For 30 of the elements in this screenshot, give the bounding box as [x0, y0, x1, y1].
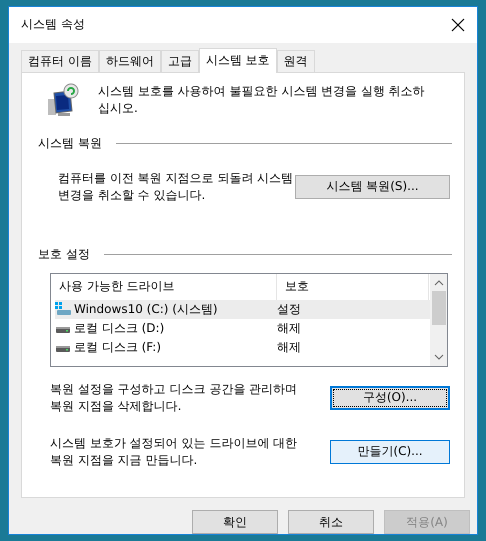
action-button[interactable]: 만들기(C)...	[330, 440, 450, 464]
protection-status: 해제	[277, 320, 301, 337]
system-drive-icon	[55, 302, 71, 316]
drive-row[interactable]: 로컬 디스크 (F:) 해제	[55, 338, 430, 357]
intro-text: 시스템 보호를 사용하여 불필요한 시스템 변경을 실행 취소하 십시오.	[98, 82, 425, 117]
action-description: 시스템 보호가 설정되어 있는 드라이브에 대한 복원 지점을 지금 만듭니다.	[50, 434, 298, 469]
protection-heading: 보호 설정	[38, 246, 90, 263]
drive-row[interactable]: 로컬 디스크 (D:) 해제	[55, 318, 430, 338]
drive-name: 로컬 디스크 (F:)	[74, 338, 162, 356]
drive-name: Windows10 (C:) (시스템)	[74, 300, 218, 318]
tab[interactable]: 고급	[160, 50, 199, 72]
dialog-button[interactable]: 취소	[288, 510, 374, 534]
tab[interactable]: 컴퓨터 이름	[21, 50, 99, 72]
scroll-thumb[interactable]	[432, 290, 446, 325]
protection-status: 해제	[277, 338, 301, 356]
protection-status: 설정	[277, 300, 301, 318]
tab[interactable]: 하드웨어	[98, 50, 161, 72]
action-description: 복원 설정을 구성하고 디스크 공간을 관리하며 복원 지점을 삭제합니다.	[50, 380, 298, 415]
action-button[interactable]: 구성(O)...	[330, 386, 450, 410]
tab[interactable]: 시스템 보호	[198, 48, 277, 73]
tab[interactable]: 원격	[276, 50, 315, 72]
window-title: 시스템 속성	[21, 16, 85, 34]
computer-restore-icon	[46, 82, 80, 117]
restore-description: 컴퓨터를 이전 복원 지점으로 되돌려 시스템 변경을 취소할 수 있습니다.	[58, 170, 294, 204]
close-icon	[451, 18, 465, 32]
drive-row[interactable]: Windows10 (C:) (시스템) 설정	[55, 300, 430, 319]
dialog-button[interactable]: 확인	[192, 510, 278, 534]
drive-name: 로컬 디스크 (D:)	[74, 320, 164, 337]
restore-heading: 시스템 복원	[38, 134, 102, 152]
system-restore-button[interactable]: 시스템 복원(S)...	[295, 174, 450, 199]
